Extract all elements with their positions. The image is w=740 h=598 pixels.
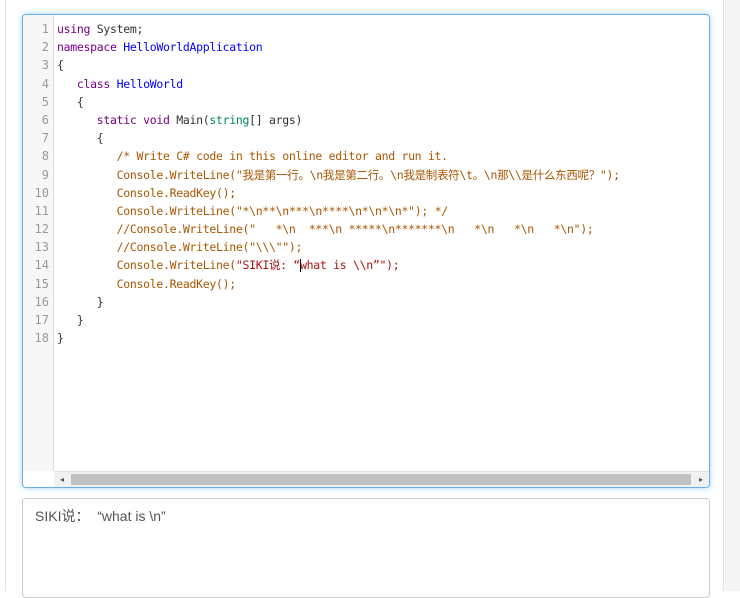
- code-line[interactable]: Console.WriteLine("*\n**\n***\n****\n*\n…: [57, 202, 709, 220]
- code-line[interactable]: namespace HelloWorldApplication: [57, 38, 709, 56]
- line-number: 16: [34, 294, 49, 309]
- method-call: Console.ReadKey();: [57, 276, 237, 291]
- keyword: class: [76, 76, 110, 91]
- code-editor[interactable]: 1 2 3 4 5 6 7 8 9 10 11 12 13 14 15 16 1…: [22, 14, 710, 488]
- line-number: 10: [34, 185, 49, 200]
- code-line[interactable]: //Console.WriteLine(" *\n ***\n *****\n*…: [57, 220, 709, 238]
- code-line[interactable]: Console.WriteLine("我是第一行。\n我是第二行。\n我是制表符…: [57, 166, 709, 184]
- code-line[interactable]: using System;: [57, 20, 709, 38]
- keyword: static: [96, 112, 137, 127]
- code-text: [] args): [249, 112, 303, 127]
- horizontal-scrollbar[interactable]: ◂ ▸: [54, 471, 709, 487]
- scroll-right-arrow-icon[interactable]: ▸: [693, 472, 709, 487]
- page-scroll-gutter: [724, 0, 740, 591]
- line-number-gutter: 1 2 3 4 5 6 7 8 9 10 11 12 13 14 15 16 1…: [23, 15, 54, 471]
- output-text: SIKI说： “what is \n”: [35, 508, 166, 524]
- code-text: {: [57, 131, 104, 146]
- keyword: void: [143, 112, 170, 127]
- line-number: 13: [34, 240, 49, 255]
- line-number: 1: [41, 22, 49, 36]
- code-text: }: [57, 331, 64, 346]
- line-number: 17: [34, 313, 49, 327]
- comment: //Console.WriteLine("\\\"");: [116, 240, 303, 255]
- code-text: {: [57, 58, 64, 73]
- code-line[interactable]: static void Main(string[] args): [57, 111, 709, 129]
- code-line[interactable]: }: [57, 329, 709, 347]
- scroll-left-arrow-icon[interactable]: ◂: [54, 472, 70, 487]
- line-number: 12: [34, 222, 49, 237]
- comment: //Console.WriteLine(" *\n ***\n *****\n*…: [116, 222, 594, 237]
- code-line[interactable]: /* Write C# code in this online editor a…: [57, 147, 709, 165]
- code-text: System;: [90, 22, 144, 36]
- comment: Console.WriteLine(: [116, 203, 237, 218]
- code-line[interactable]: class HelloWorld: [57, 75, 709, 93]
- line-number: 7: [41, 131, 49, 146]
- code-text-area[interactable]: using System; namespace HelloWorldApplic…: [57, 20, 709, 470]
- comment: Console.ReadKey();: [57, 185, 237, 200]
- line-number: 11: [34, 203, 49, 218]
- builtin-type: string: [209, 112, 250, 127]
- code-text: }: [57, 313, 84, 327]
- comment: /* Write C# code in this online editor a…: [116, 149, 448, 164]
- keyword: namespace: [57, 40, 117, 55]
- code-line[interactable]: }: [57, 311, 709, 329]
- line-number: 4: [41, 76, 49, 91]
- line-number: 18: [34, 331, 49, 346]
- code-line[interactable]: {: [57, 129, 709, 147]
- output-panel: SIKI说： “what is \n”: [22, 498, 710, 598]
- code-text: {: [57, 94, 84, 109]
- namespace-name: HelloWorldApplication: [116, 40, 263, 55]
- line-number: 8: [41, 149, 49, 164]
- string-literal: what is \\n”");: [300, 258, 400, 273]
- method-call: Console.WriteLine(: [116, 258, 237, 273]
- code-line[interactable]: //Console.WriteLine("\\\"");: [57, 238, 709, 256]
- code-line[interactable]: Console.WriteLine("SIKI说: “what is \\n”"…: [57, 256, 709, 274]
- code-line[interactable]: Console.ReadKey();: [57, 275, 709, 293]
- scrollbar-thumb[interactable]: [71, 474, 691, 485]
- code-line[interactable]: {: [57, 56, 709, 74]
- line-number: 5: [41, 94, 49, 109]
- comment: "我是第一行。\n我是第二行。\n我是制表符\t。\n那\\是什么东西呢？");: [235, 167, 620, 182]
- line-numbers: 1 2 3 4 5 6 7 8 9 10 11 12 13 14 15 16 1…: [23, 20, 49, 347]
- code-line[interactable]: Console.ReadKey();: [57, 184, 709, 202]
- code-text: Main(: [169, 112, 210, 127]
- comment: Console.WriteLine(: [116, 167, 237, 182]
- line-number: 15: [34, 276, 49, 291]
- code-text: }: [57, 294, 104, 309]
- comment: "*\n**\n***\n****\n*\n*\n*"); */: [235, 203, 448, 218]
- code-line[interactable]: {: [57, 93, 709, 111]
- line-number: 6: [41, 112, 49, 127]
- line-number: 14: [34, 258, 49, 273]
- line-number: 3: [41, 58, 49, 73]
- code-line[interactable]: }: [57, 293, 709, 311]
- keyword: using: [57, 22, 91, 36]
- class-name: HelloWorld: [110, 76, 184, 91]
- string-literal: "SIKI说: “: [235, 258, 301, 273]
- line-number: 2: [41, 40, 49, 55]
- line-number: 9: [41, 167, 49, 182]
